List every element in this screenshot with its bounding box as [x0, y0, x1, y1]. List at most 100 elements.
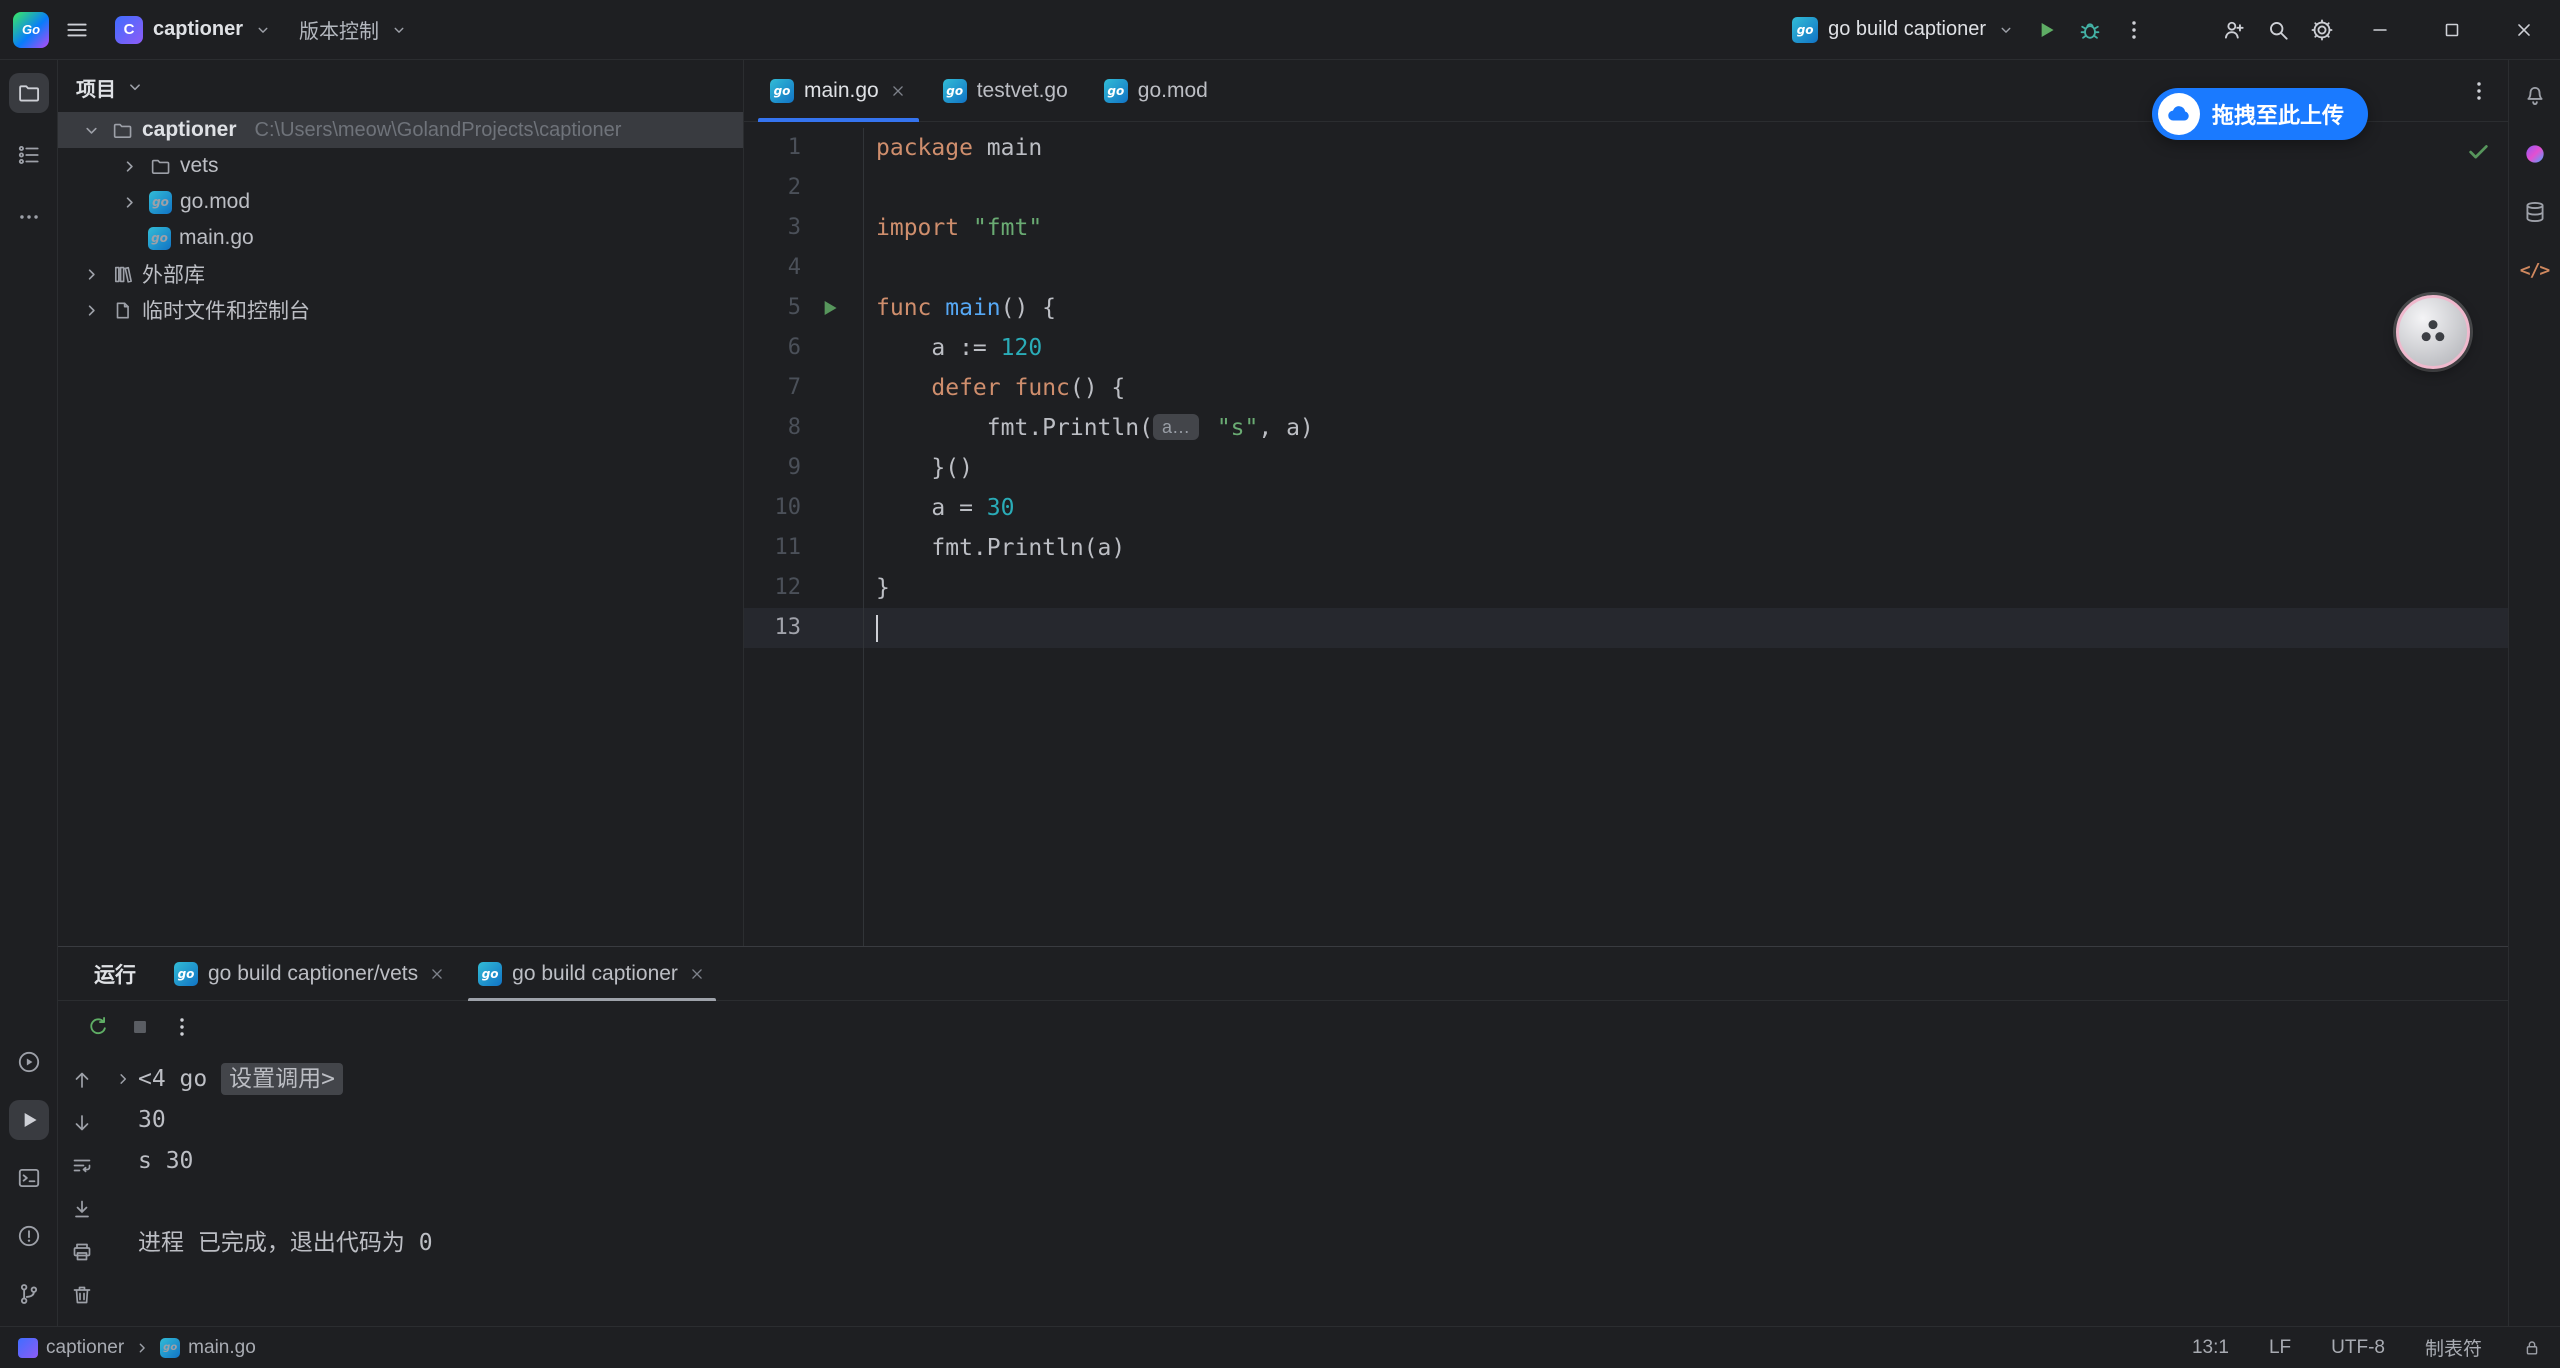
tree-item-临时文件和控制台[interactable]: 临时文件和控制台	[58, 292, 743, 328]
folder-icon	[111, 119, 134, 142]
endpoints-button[interactable]: </>	[2515, 250, 2555, 290]
project-selector[interactable]: C captioner	[105, 10, 283, 50]
tree-item-captioner[interactable]: captionerC:\Users\meow\GolandProjects\ca…	[58, 112, 743, 148]
softwrap-icon	[70, 1154, 94, 1178]
tree-item-vets[interactable]: vets	[58, 148, 743, 184]
tree-item-label: go.mod	[180, 190, 250, 214]
lock-icon[interactable]	[2522, 1338, 2542, 1358]
tab-label: go.mod	[1138, 79, 1208, 103]
code-line-13: 13	[744, 608, 2508, 648]
maximize-button[interactable]	[2416, 0, 2488, 60]
upload-overlay[interactable]: 拖拽至此上传	[2152, 88, 2368, 140]
run-console[interactable]: <4 go 设置调用>30s 30进程 已完成，退出代码为 0	[106, 1053, 2508, 1326]
services-tool-button[interactable]	[9, 1042, 49, 1082]
gutter-line-number: 9	[744, 448, 864, 488]
main-menu-button[interactable]	[55, 8, 99, 52]
editor-tabs-more-button[interactable]	[2466, 60, 2508, 121]
settings-button[interactable]	[2300, 8, 2344, 52]
play-icon	[2033, 17, 2059, 43]
project-panel-header[interactable]: 项目	[58, 64, 743, 110]
gutter-line-number: 5	[744, 288, 864, 328]
inspections-ok-icon[interactable]	[2465, 138, 2492, 165]
print-button[interactable]	[65, 1235, 99, 1269]
run-more-button[interactable]	[2112, 8, 2156, 52]
problems-icon	[16, 1223, 42, 1249]
run-line-icon[interactable]	[816, 295, 842, 321]
console-line: <4 go 设置调用>	[138, 1059, 2508, 1100]
fold-toggle-icon[interactable]	[112, 1068, 134, 1090]
run-tool-button[interactable]	[9, 1100, 49, 1140]
tree-item-外部库[interactable]: 外部库	[58, 256, 743, 292]
more-tools-button[interactable]	[9, 197, 49, 237]
editor-tab-main.go[interactable]: gomain.go	[752, 60, 925, 121]
kebab-icon	[169, 1014, 195, 1040]
caret-position-widget[interactable]: 13:1	[2192, 1337, 2229, 1359]
version-control-tool-button[interactable]	[9, 1274, 49, 1314]
kebab-icon	[2121, 17, 2147, 43]
play-icon	[16, 1107, 42, 1133]
indent-widget[interactable]: 制表符	[2425, 1334, 2482, 1361]
ai-assistant-button[interactable]	[2515, 134, 2555, 174]
tab-close-icon[interactable]	[428, 965, 446, 983]
terminal-icon	[16, 1165, 42, 1191]
terminal-tool-button[interactable]	[9, 1158, 49, 1198]
more-h-icon	[16, 204, 42, 230]
scroll-end-icon	[70, 1197, 94, 1221]
run-button[interactable]	[2024, 8, 2068, 52]
chevron-right-icon	[80, 299, 103, 322]
stop-icon	[127, 1014, 153, 1040]
clear-console-button[interactable]	[65, 1278, 99, 1312]
rerun-button[interactable]	[78, 1009, 118, 1045]
floating-capture-ball[interactable]	[2396, 295, 2470, 369]
stop-button[interactable]	[120, 1009, 160, 1045]
project-tool-button[interactable]	[9, 73, 49, 113]
tree-item-path: C:\Users\meow\GolandProjects\captioner	[255, 119, 622, 142]
chevron-down-icon	[389, 20, 409, 40]
hamburger-icon	[64, 17, 90, 43]
tab-close-icon[interactable]	[688, 965, 706, 983]
more-options-button[interactable]	[162, 1009, 202, 1045]
go-file-icon: go	[149, 191, 172, 214]
run-tab-go-build-captioner-vets[interactable]: gogo build captioner/vets	[158, 947, 462, 1000]
code-text: fmt.Println(a)	[864, 528, 2508, 568]
code-line-9: 9 }()	[744, 448, 2508, 488]
database-button[interactable]	[2515, 192, 2555, 232]
console-line: 进程 已完成，退出代码为 0	[138, 1223, 2508, 1264]
code-line-12: 12}	[744, 568, 2508, 608]
chevron-down-icon	[80, 119, 103, 142]
breadcrumb-main.go[interactable]: gomain.go	[160, 1337, 256, 1359]
line-separator-widget[interactable]: LF	[2269, 1337, 2291, 1359]
center-column: 项目 captionerC:\Users\meow\GolandProjects…	[58, 60, 2508, 1326]
search-everywhere-button[interactable]	[2256, 8, 2300, 52]
encoding-widget[interactable]: UTF-8	[2331, 1337, 2385, 1359]
editor-tab-testvet.go[interactable]: gotestvet.go	[925, 60, 1086, 121]
next-occurrence-button[interactable]	[65, 1106, 99, 1140]
triskelion-icon	[2413, 312, 2453, 352]
scroll-to-end-button[interactable]	[65, 1192, 99, 1226]
problems-tool-button[interactable]	[9, 1216, 49, 1256]
editor[interactable]: 1package main23import "fmt"45func main()…	[744, 122, 2508, 946]
breadcrumb-label: captioner	[46, 1337, 124, 1359]
tab-close-icon[interactable]	[889, 82, 907, 100]
run-config-selector[interactable]: go go build captioner	[1784, 11, 2024, 49]
minimize-button[interactable]	[2344, 0, 2416, 60]
code-text	[864, 608, 2508, 648]
soft-wrap-button[interactable]	[65, 1149, 99, 1183]
tree-item-go.mod[interactable]: go go.mod	[58, 184, 743, 220]
editor-tab-go.mod[interactable]: gogo.mod	[1086, 60, 1226, 121]
structure-tool-button[interactable]	[9, 135, 49, 175]
notifications-button[interactable]	[2515, 76, 2555, 116]
code-text	[864, 168, 2508, 208]
debug-button[interactable]	[2068, 8, 2112, 52]
prev-occurrence-button[interactable]	[65, 1063, 99, 1097]
close-button[interactable]	[2488, 0, 2560, 60]
code-with-me-button[interactable]	[2212, 8, 2256, 52]
vcs-widget[interactable]: 版本控制	[289, 9, 419, 50]
code-line-6: 6 a := 120	[744, 328, 2508, 368]
tree-item-main.go[interactable]: gomain.go	[58, 220, 743, 256]
status-bar: captioner gomain.go 13:1 LF UTF-8 制表符	[0, 1326, 2560, 1368]
code-text: defer func() {	[864, 368, 2508, 408]
search-icon	[2265, 17, 2291, 43]
run-tab-go-build-captioner[interactable]: gogo build captioner	[462, 947, 722, 1000]
breadcrumb-captioner[interactable]: captioner	[18, 1337, 124, 1359]
